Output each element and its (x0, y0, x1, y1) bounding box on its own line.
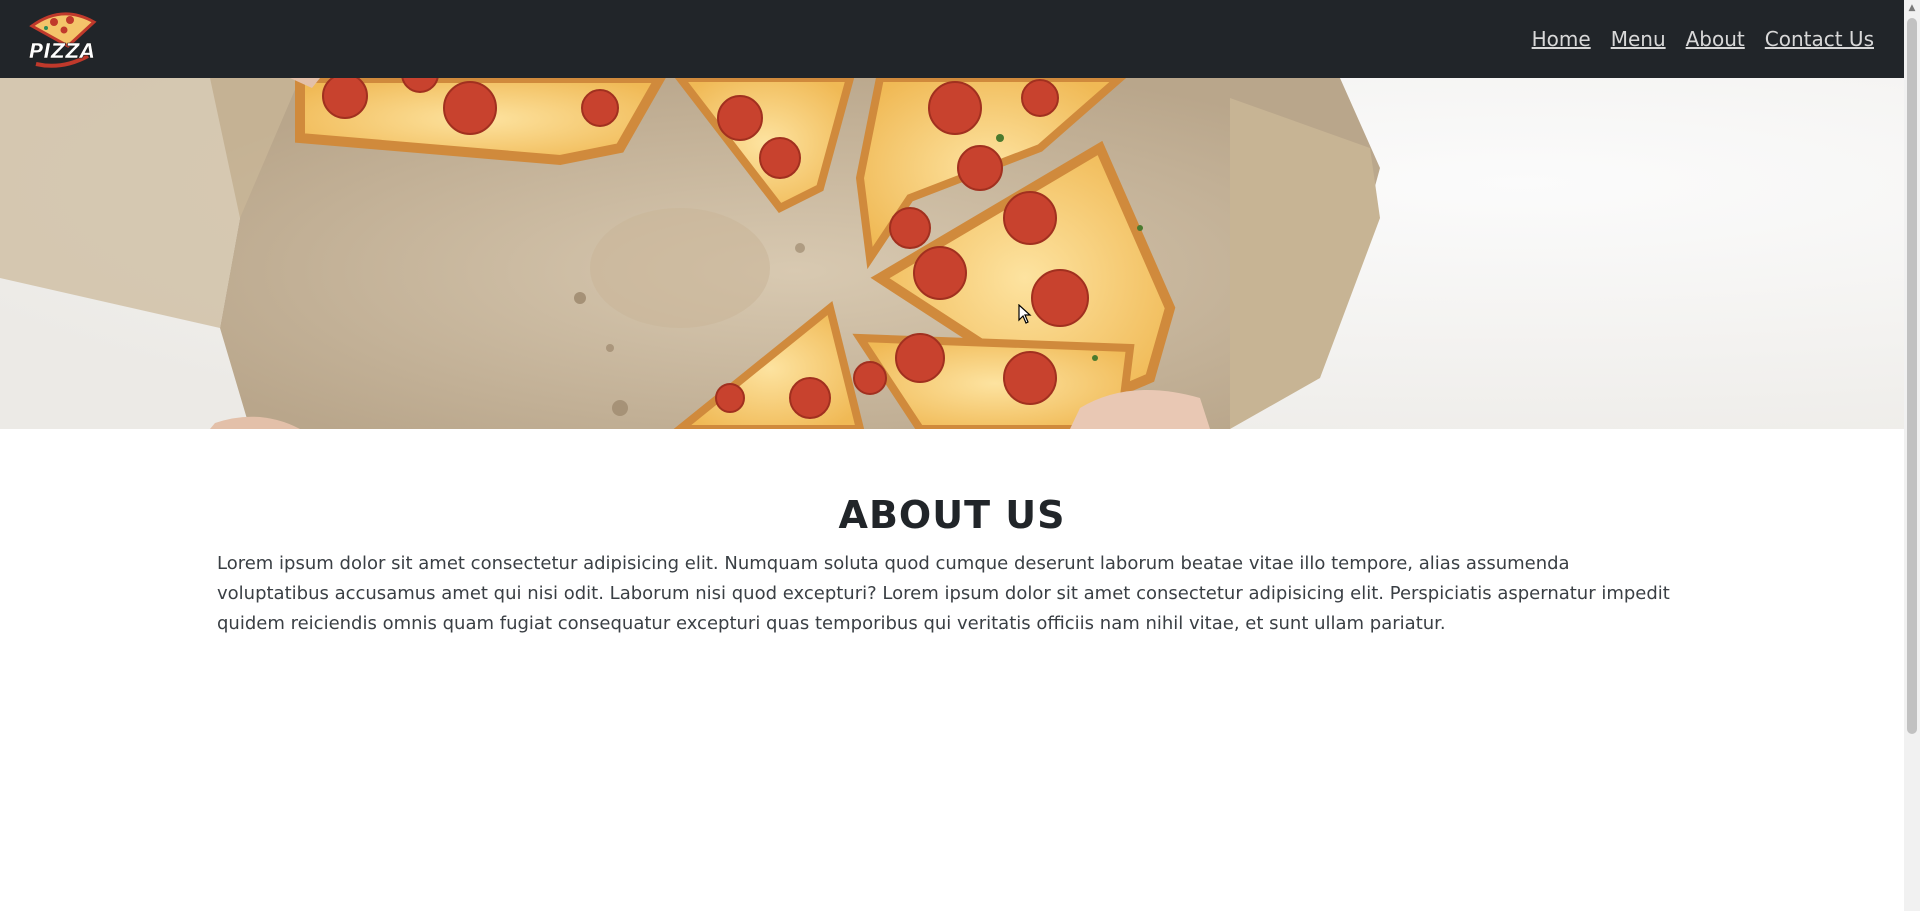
mouse-cursor-icon (1018, 304, 1032, 324)
nav-link-home[interactable]: Home (1532, 27, 1591, 51)
vertical-scrollbar[interactable]: ▲ (1904, 0, 1920, 911)
pizza-logo-icon[interactable]: PIZZA (24, 6, 100, 72)
scrollbar-thumb[interactable] (1907, 18, 1917, 734)
nav-link-about[interactable]: About (1686, 27, 1745, 51)
about-title: ABOUT US (838, 493, 1066, 537)
nav-links: Home Menu About Contact Us (1532, 27, 1874, 51)
nav-link-contact-us[interactable]: Contact Us (1765, 27, 1874, 51)
nav-link-menu[interactable]: Menu (1611, 27, 1666, 51)
scroll-up-arrow-icon[interactable]: ▲ (1904, 0, 1920, 16)
navbar: PIZZA Home Menu About Contact Us (0, 0, 1904, 78)
about-section: ABOUT US Lorem ipsum dolor sit amet cons… (0, 429, 1904, 639)
about-paragraph: Lorem ipsum dolor sit amet consectetur a… (217, 553, 1670, 634)
svg-text:PIZZA: PIZZA (29, 39, 96, 63)
hero-banner-image (0, 78, 1904, 429)
